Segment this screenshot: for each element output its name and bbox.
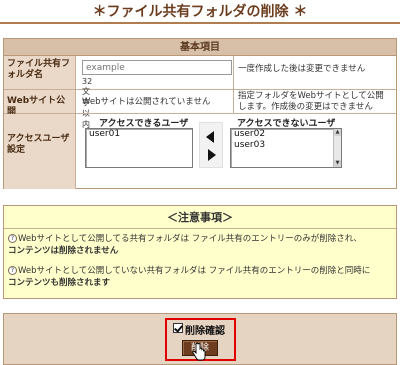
denied-users-list[interactable]: user02 user03 ▲ ▼: [230, 128, 342, 168]
access-users-label: アクセスユーザ設定: [4, 114, 76, 189]
notice-text: Webサイトとして公開してる共有フォルダは ファイル共有のエントリーのみが削除さ…: [18, 234, 362, 244]
section-title: 基本項目: [4, 39, 396, 56]
notice-bold: コンテンツは削除されません: [8, 246, 119, 256]
notice-title: ＜注意事項＞: [167, 211, 233, 224]
move-buttons: [199, 122, 223, 168]
scroll-up-icon[interactable]: ▲: [334, 129, 341, 136]
delete-confirm-checkbox[interactable]: [173, 323, 183, 333]
access-users-row: アクセスユーザ設定 アクセスできるユーザ user01 アクセスできないユーザ …: [4, 114, 396, 189]
folder-name-row: ファイル共有フォルダ名 32文字以内 一度作成した後は変更できません: [4, 56, 396, 129]
web-publish-note: 指定フォルダをWebサイトとして公開します。作成後の変更はできません: [233, 90, 396, 113]
settings-table: 基本項目 ファイル共有フォルダ名 32文字以内 一度作成した後は変更できません …: [3, 38, 397, 189]
folder-name-input[interactable]: [82, 60, 232, 75]
move-right-icon[interactable]: [208, 149, 216, 161]
denied-list-scrollbar[interactable]: ▲ ▼: [333, 129, 341, 167]
notice-item: ? Webサイトとして公開していない共有フォルダは ファイル共有のエントリーの削除…: [8, 265, 370, 289]
allowed-users-list[interactable]: user01: [85, 128, 193, 168]
list-item[interactable]: user02: [231, 129, 341, 140]
list-item[interactable]: user01: [86, 129, 192, 140]
scroll-down-icon[interactable]: ▼: [334, 160, 341, 167]
hand-cursor-icon: [192, 343, 206, 361]
folder-name-label: ファイル共有フォルダ名: [4, 56, 76, 89]
web-publish-row: Webサイト公開 Webサイトは公開されていません 指定フォルダをWebサイトと…: [4, 90, 396, 117]
question-icon: ?: [8, 266, 17, 275]
delete-confirm-label[interactable]: 削除確認: [185, 322, 225, 337]
web-publish-value: Webサイトは公開されていません: [82, 97, 211, 107]
question-icon: ?: [8, 234, 17, 243]
notice-item: ? Webサイトとして公開してる共有フォルダは ファイル共有のエントリーのみが削除…: [8, 233, 362, 257]
list-item[interactable]: user03: [231, 140, 341, 151]
page-title: ＊ファイル共有フォルダの削除 ＊: [0, 0, 400, 24]
move-left-icon[interactable]: [206, 131, 214, 143]
folder-name-note: 一度作成した後は変更できません: [233, 56, 396, 89]
web-publish-label: Webサイト公開: [4, 90, 76, 117]
notice-box: ＜注意事項＞ ? Webサイトとして公開してる共有フォルダは ファイル共有のエント…: [3, 205, 397, 299]
notice-bold: コンテンツも削除されます: [8, 278, 111, 288]
notice-text: Webサイトとして公開していない共有フォルダは ファイル共有のエントリーの削除と…: [18, 266, 371, 276]
